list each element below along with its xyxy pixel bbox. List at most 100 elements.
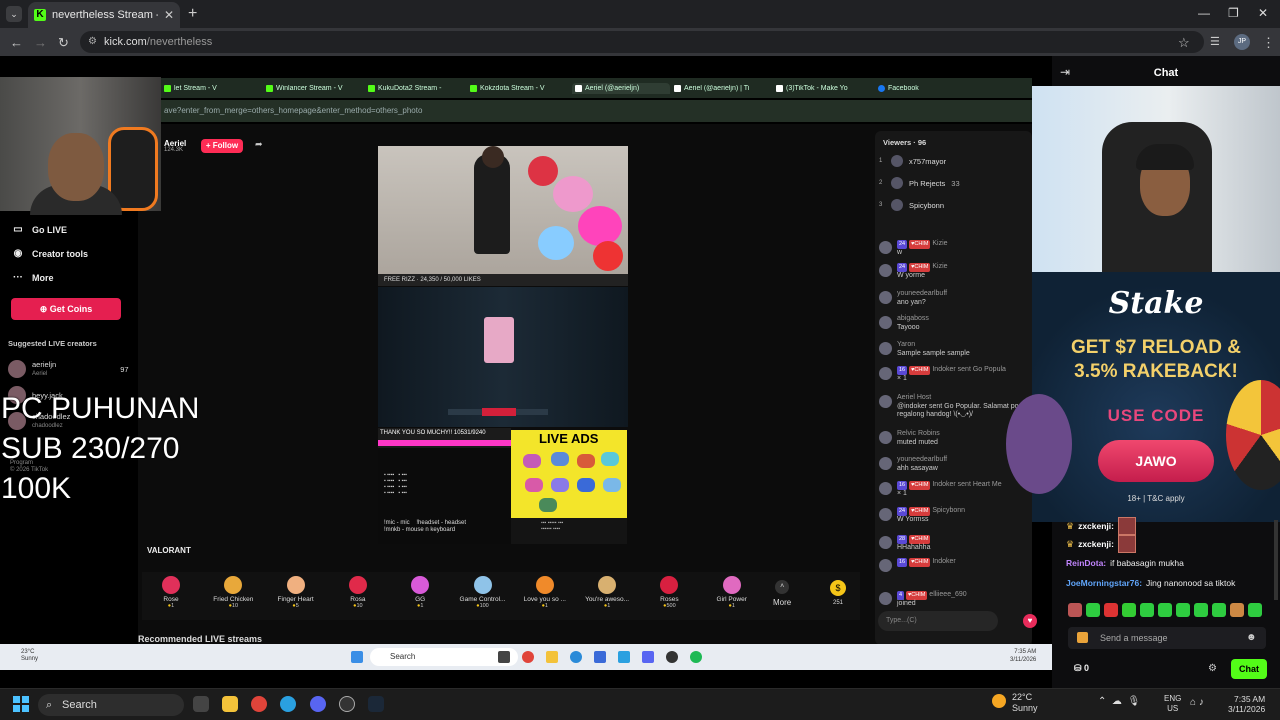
network-volume-icon[interactable]: ⌂ ♪ [1190, 697, 1204, 708]
emote-icon[interactable] [1122, 603, 1136, 617]
emote-icon[interactable] [1104, 603, 1118, 617]
avatar [879, 482, 892, 495]
level-badge: 16 [897, 558, 908, 567]
system-tray[interactable]: ⌃ ☁ 🎙 [1098, 696, 1140, 707]
emote-icon[interactable] [1212, 603, 1226, 617]
url-domain: kick.com [104, 36, 147, 48]
reload-button[interactable]: ↻ [58, 35, 69, 51]
start-button[interactable] [13, 696, 29, 712]
discord-icon[interactable] [310, 696, 326, 712]
gift-cost: ●10 [353, 603, 363, 609]
gift-name: Game Control... [459, 596, 506, 603]
profile-avatar[interactable]: JP [1234, 34, 1250, 50]
gift-name: Roses [660, 596, 679, 603]
taskview-icon[interactable] [193, 696, 209, 712]
inner-clock: 7:35 AM 3/11/2026 [1010, 648, 1036, 664]
browser-tab[interactable]: K nevertheless Stream - Watch Li ✕ [28, 2, 180, 28]
emote-icon[interactable] [1086, 603, 1100, 617]
gift-cost-value: 1 [544, 603, 548, 609]
gift-icon[interactable] [1077, 632, 1088, 643]
chim-badge: ♥CHIM [909, 481, 931, 490]
chat-send-button[interactable]: Chat [1231, 659, 1267, 679]
chat-settings-icon[interactable]: ⚙ [1208, 663, 1217, 674]
emote-icon[interactable] [1068, 603, 1082, 617]
crown-icon: ♛ [1066, 520, 1075, 531]
level-badge: 4 [897, 591, 905, 600]
clock-date: 3/11/2026 [1228, 704, 1266, 714]
chim-badge: ♥CHIM [909, 240, 931, 249]
emote-icon[interactable] [1158, 603, 1172, 617]
steam-icon[interactable] [368, 696, 384, 712]
site-info-icon[interactable]: ⚙ [88, 36, 97, 47]
minimize-button[interactable]: — [1198, 6, 1210, 20]
channel-points[interactable]: ⛁ 0 [1074, 663, 1089, 674]
emote-icon[interactable] [1194, 603, 1208, 617]
emote-icon[interactable] [1248, 603, 1262, 617]
avatar [891, 177, 903, 189]
promo-code-button[interactable]: JAWO [1098, 440, 1214, 482]
back-button[interactable]: ← [10, 35, 23, 50]
taskbar-search[interactable]: Search [38, 694, 184, 716]
chat-title: Chat [1153, 67, 1179, 79]
avatar [891, 199, 903, 211]
chat-username: zxckenji: [1078, 539, 1114, 549]
tiktok-comment-input: Type...(C) [878, 611, 998, 631]
gift-cost-value: 10 [231, 603, 239, 609]
comment-user: Indoker [932, 558, 956, 565]
inner-tab: (3)TikTok - Make Yo [776, 84, 874, 92]
tab-favicon-icon [368, 84, 375, 92]
inner-tab: let Stream - V [164, 84, 262, 92]
comment-user: Indoker sent Go Popula [932, 366, 1006, 373]
gift-cost-value: 500 [666, 603, 676, 609]
inner-tab: Aeriel (@aerieljn) | Ti [674, 84, 772, 92]
bookmark-star-icon[interactable]: ☆ [1178, 35, 1190, 51]
close-window-button[interactable]: ✕ [1258, 6, 1268, 20]
telegram-icon[interactable] [280, 696, 296, 712]
file-explorer-icon[interactable] [222, 696, 238, 712]
live-ads-title: LIVE ADS [539, 431, 599, 446]
clock-time: 7:35 AM [1234, 694, 1266, 704]
forward-button[interactable]: → [34, 35, 47, 50]
address-bar[interactable]: kick.com/nevertheless [80, 31, 1204, 53]
maximize-button[interactable]: ❐ [1228, 6, 1239, 20]
obs-icon [666, 651, 678, 663]
taskbar-clock[interactable]: 7:35 AM 3/11/2026 [1228, 694, 1265, 714]
browser-menu-icon[interactable]: ⋮ [1262, 35, 1275, 51]
more-dots-icon: ··· [13, 272, 23, 283]
language-indicator[interactable]: ENG US [1164, 694, 1181, 714]
tab-favicon-icon [164, 84, 171, 92]
inner-tab-label: Kokzdota Stream - V [480, 84, 545, 92]
sun-icon [992, 694, 1006, 708]
avatar [879, 559, 892, 572]
chim-badge: ♥CHIM [909, 507, 931, 516]
lang-code: ENG [1164, 694, 1182, 703]
game-video [378, 287, 628, 427]
emote-icon[interactable] [1140, 603, 1154, 617]
avatar [879, 367, 892, 380]
tiktok-comment: 16 ♥CHIM Indoker [879, 558, 1029, 572]
taskbar-weather[interactable]: 22°C Sunny [992, 692, 1038, 714]
comment-user: Yaron [897, 341, 916, 348]
viewer-row: 1 x757mayor [879, 155, 952, 167]
emoji-icon[interactable]: ☻ [1246, 632, 1257, 643]
avatar [879, 342, 892, 355]
emote-icon[interactable] [1230, 603, 1244, 617]
command-list: !mic - mic !headset - headset !mnkb - mo… [384, 520, 467, 533]
send-message-input[interactable]: Send a message [1068, 627, 1266, 649]
close-tab-icon[interactable]: ✕ [164, 8, 174, 22]
reading-list-icon[interactable]: ☰ [1210, 35, 1220, 48]
comment-user: Relvic Robins [897, 430, 940, 437]
new-tab-button[interactable]: + [188, 5, 197, 23]
chat-scrollbar[interactable] [1274, 520, 1278, 600]
get-coins-button: ⊕ Get Coins [11, 298, 121, 320]
obs-icon[interactable] [339, 696, 355, 712]
gift-icon [473, 576, 492, 594]
chim-badge: ♥CHIM [909, 366, 931, 375]
viewer-name: x757mayor [909, 156, 947, 166]
tiktok-comment: 4 ♥CHIM elliieee_690 joined [879, 591, 1029, 608]
gift-name: You're aweso... [585, 596, 630, 603]
comment-user: Aeriel Host [897, 394, 932, 401]
tab-search-button[interactable]: ⌄ [6, 6, 22, 22]
emote-icon[interactable] [1176, 603, 1190, 617]
chrome-icon[interactable] [251, 696, 267, 712]
